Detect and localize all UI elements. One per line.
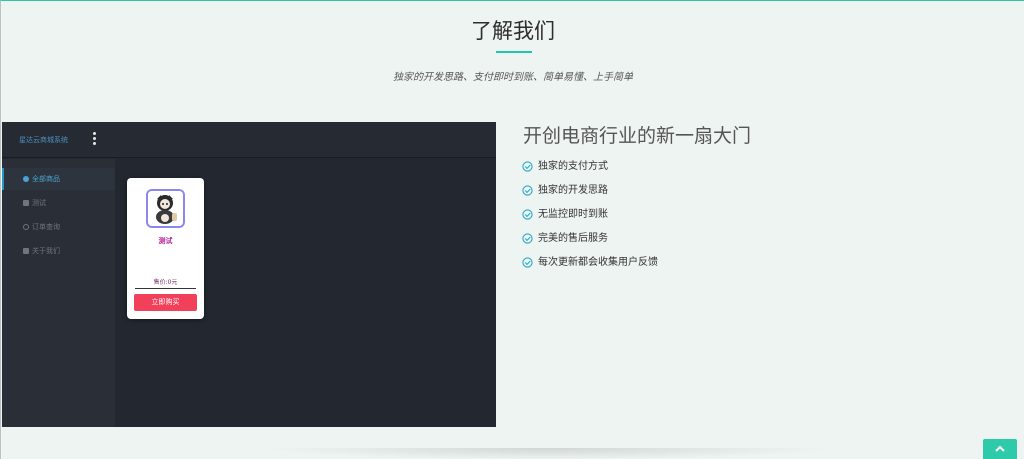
buy-now-button[interactable]: 立即购买 [134,294,197,311]
feature-item: 独家的支付方式 [522,158,658,182]
feature-item: 无监控即时到账 [522,206,658,230]
grid-icon [23,200,29,206]
sidebar-item-label: 关于我们 [32,247,60,255]
mail-icon [23,248,29,254]
sidebar-item-label: 测试 [32,199,46,207]
feature-item: 每次更新都会收集用户反馈 [522,254,658,278]
app-topbar: 星达云商城系统 [2,122,496,158]
kebab-menu-icon[interactable] [91,132,97,148]
sidebar-item-label: 全部商品 [32,175,60,183]
app-sidebar: 全部商品 测试 订单查询 关于我们 [2,159,115,427]
feature-list: 独家的支付方式 独家的开发思路 无监控即时到账 完美的售后服务 每次更新都会收集… [522,158,658,278]
sidebar-item-about[interactable]: 关于我们 [2,240,115,262]
check-circle-icon [522,257,533,268]
sidebar-item-order-query[interactable]: 订单查询 [2,216,115,238]
app-preview-screenshot: 星达云商城系统 全部商品 测试 订单查询 关于我们 测试 售价:0元 立即购买 [2,122,496,427]
sidebar-item-label: 订单查询 [32,223,60,231]
footer-shadow [263,448,833,459]
search-icon [23,224,29,230]
product-name: 测试 [158,237,173,245]
section-title: 了解我们 [471,19,555,43]
feature-label: 独家的开发思路 [538,185,608,196]
app-brand: 星达云商城系统 [19,136,68,144]
check-circle-icon [522,185,533,196]
feature-label: 无监控即时到账 [538,209,608,220]
feature-heading: 开创电商行业的新一扇大门 [523,125,752,147]
check-circle-icon [522,233,533,244]
feature-label: 完美的售后服务 [538,233,608,244]
check-circle-icon [522,161,533,172]
feature-label: 每次更新都会收集用户反馈 [538,257,658,268]
product-image [146,189,185,228]
chevron-up-icon [995,445,1005,452]
feature-item: 独家的开发思路 [522,182,658,206]
section-subtitle: 独家的开发思路、支付即时到账、简单易懂、上手简单 [393,72,633,83]
feature-item: 完美的售后服务 [522,230,658,254]
circle-icon [23,176,29,182]
back-to-top-button[interactable] [983,439,1017,459]
product-card[interactable]: 测试 售价:0元 立即购买 [127,178,204,319]
product-price: 售价:0元 [135,277,196,289]
check-circle-icon [522,209,533,220]
sidebar-item-test[interactable]: 测试 [2,192,115,214]
sidebar-item-all-products[interactable]: 全部商品 [2,168,115,190]
title-underline [496,51,532,53]
feature-label: 独家的支付方式 [538,161,608,172]
